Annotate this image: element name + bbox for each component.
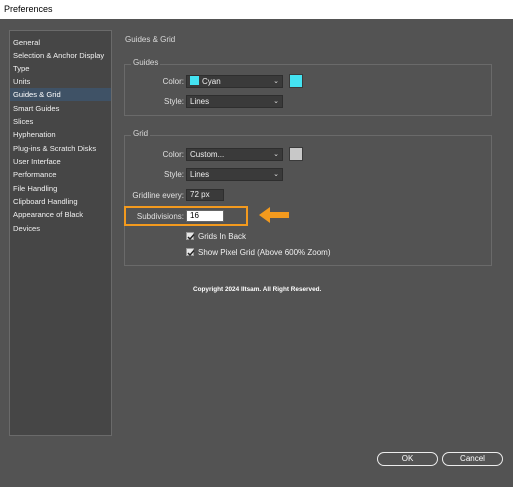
grid-color-swatch-button[interactable] [289, 147, 303, 161]
guides-color-swatch-inline [190, 76, 199, 85]
sidebar-item-general[interactable]: General [10, 36, 111, 49]
subdivisions-field[interactable]: 16 [186, 210, 224, 222]
panel-title: Guides & Grid [125, 35, 176, 44]
guides-style-value: Lines [190, 97, 210, 106]
grid-color-label: Color: [162, 150, 184, 159]
sidebar-item-hyphenation[interactable]: Hyphenation [10, 128, 111, 141]
sidebar-item-appearance-of-black[interactable]: Appearance of Black [10, 208, 111, 221]
arrow-left-icon [259, 207, 289, 223]
chevron-down-icon: ⌄ [273, 151, 279, 158]
grid-style-label: Style: [163, 170, 184, 179]
grid-color-value: Custom... [190, 150, 225, 159]
chevron-down-icon: ⌄ [273, 78, 279, 85]
sidebar-item-type[interactable]: Type [10, 62, 111, 75]
guides-group-label: Guides [131, 58, 161, 67]
grid-style-select[interactable]: Lines ⌄ [186, 168, 283, 181]
ok-button[interactable]: OK [377, 452, 438, 466]
sidebar-item-user-interface[interactable]: User Interface [10, 155, 111, 168]
checkbox-checked-icon [186, 232, 195, 241]
grid-style-value: Lines [190, 170, 210, 179]
preferences-sidebar: General Selection & Anchor Display Type … [9, 30, 112, 436]
guides-color-value: Cyan [202, 77, 221, 86]
sidebar-item-units[interactable]: Units [10, 75, 111, 88]
subdivisions-label: Subdivisions: [136, 212, 184, 221]
sidebar-item-selection-anchor-display[interactable]: Selection & Anchor Display [10, 49, 111, 62]
checkbox-checked-icon [186, 248, 195, 257]
sidebar-item-guides-grid[interactable]: Guides & Grid [10, 88, 111, 101]
show-pixel-grid-checkbox[interactable]: Show Pixel Grid (Above 600% Zoom) [186, 248, 331, 257]
grids-in-back-label: Grids In Back [198, 232, 247, 241]
grid-group-label: Grid [131, 129, 151, 138]
gridline-every-label: Gridline every: [132, 191, 184, 200]
copyright-notice: Copyright 2024 Iltsam. All Right Reserve… [193, 286, 322, 293]
guides-group [124, 64, 492, 116]
grid-color-select[interactable]: Custom... ⌄ [186, 148, 283, 161]
grids-in-back-checkbox[interactable]: Grids In Back [186, 232, 246, 241]
sidebar-item-plugins-scratch-disks[interactable]: Plug-ins & Scratch Disks [10, 142, 111, 155]
sidebar-item-clipboard-handling[interactable]: Clipboard Handling [10, 195, 111, 208]
guides-color-label: Color: [162, 77, 184, 86]
sidebar-item-performance[interactable]: Performance [10, 168, 111, 181]
sidebar-item-smart-guides[interactable]: Smart Guides [10, 102, 111, 115]
guides-style-label: Style: [163, 97, 184, 106]
show-pixel-grid-label: Show Pixel Grid (Above 600% Zoom) [198, 248, 331, 257]
guides-color-swatch-button[interactable] [289, 74, 303, 88]
chevron-down-icon: ⌄ [273, 98, 279, 105]
chevron-down-icon: ⌄ [273, 171, 279, 178]
gridline-every-field[interactable]: 72 px [186, 189, 224, 201]
guides-style-select[interactable]: Lines ⌄ [186, 95, 283, 108]
sidebar-item-devices[interactable]: Devices [10, 222, 111, 235]
sidebar-item-file-handling[interactable]: File Handling [10, 182, 111, 195]
sidebar-item-slices[interactable]: Slices [10, 115, 111, 128]
window-title: Preferences [0, 0, 513, 19]
guides-color-select[interactable]: Cyan ⌄ [186, 75, 283, 88]
cancel-button[interactable]: Cancel [442, 452, 503, 466]
